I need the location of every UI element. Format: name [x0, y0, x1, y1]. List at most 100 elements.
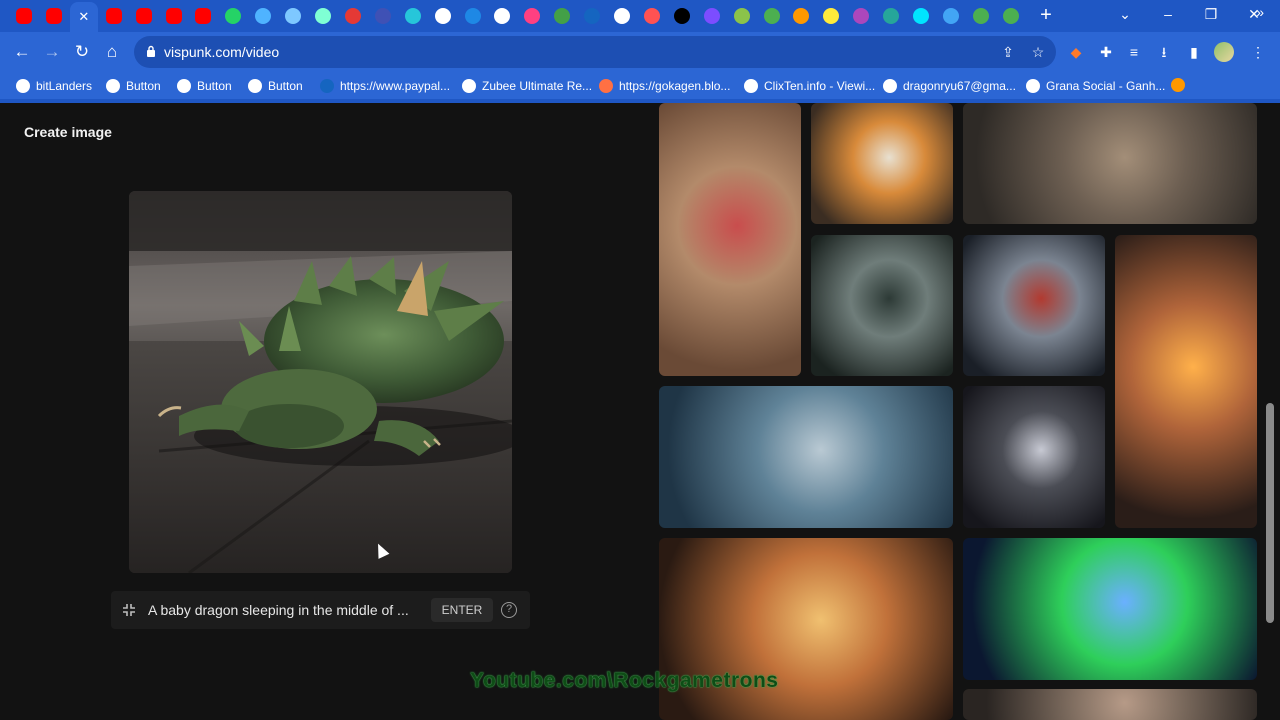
site-icon — [823, 8, 840, 24]
reload-button[interactable]: ↻ — [70, 40, 94, 64]
collapse-icon[interactable] — [121, 602, 137, 618]
translate-icon — [942, 8, 959, 24]
browser-tab[interactable] — [130, 4, 158, 28]
baby-dragon-illustration — [129, 191, 512, 573]
bookmark-favicon-icon — [248, 79, 262, 93]
goldfish-bowl-thumb[interactable] — [811, 103, 953, 224]
browser-tab[interactable] — [399, 4, 427, 28]
browser-tab[interactable] — [100, 4, 128, 28]
site-icon — [464, 8, 481, 24]
browser-tab[interactable] — [698, 4, 726, 28]
bookmarks-overflow-button[interactable]: » — [1256, 4, 1264, 20]
browser-tab[interactable] — [787, 4, 815, 28]
bookmark-item[interactable]: Button — [177, 77, 232, 95]
profile-avatar[interactable] — [1212, 40, 1236, 64]
browser-tab[interactable] — [40, 4, 68, 28]
bookmark-favicon-icon — [462, 79, 476, 93]
browser-tab[interactable] — [578, 4, 606, 28]
enter-button[interactable]: ENTER — [431, 598, 493, 622]
bookmark-label: Grana Social - Ganh... — [1046, 79, 1166, 93]
bookmark-item[interactable]: bitLanders — [16, 77, 92, 95]
browser-tab[interactable] — [429, 4, 457, 28]
bookmark-favicon-icon — [320, 79, 334, 93]
site-icon — [673, 8, 690, 24]
browser-tab[interactable] — [877, 4, 905, 28]
bookmark-item[interactable]: Zubee Ultimate Re... — [462, 77, 592, 95]
download-icon[interactable]: ⭳ — [1152, 40, 1176, 64]
bookmark-item[interactable]: dragonryu67@gma... — [883, 77, 1016, 95]
kimono-woman-street-thumb[interactable] — [659, 103, 801, 376]
browser-tab[interactable] — [997, 4, 1025, 28]
browser-tab[interactable] — [758, 4, 786, 28]
site-icon — [584, 8, 601, 24]
bookmark-label: Button — [268, 79, 303, 93]
create-image-panel: Create image A baby dragon sleeping in t… — [0, 103, 640, 720]
minimize-button[interactable]: – — [1153, 4, 1183, 26]
help-icon[interactable]: ? — [501, 602, 517, 618]
sea-monster-thumb[interactable] — [659, 386, 953, 528]
browser-tab[interactable] — [488, 4, 516, 28]
desert-road-thumb[interactable] — [963, 103, 1257, 224]
browser-tab[interactable] — [339, 4, 367, 28]
close-window-button[interactable]: ✕ — [1239, 4, 1269, 26]
aurora-thumb[interactable] — [963, 538, 1257, 680]
browser-tab[interactable]: ✕ — [69, 2, 98, 32]
bookmark-item[interactable]: Grana Social - Ganh... — [1026, 77, 1165, 95]
bookmark-star-icon[interactable]: ☆ — [1028, 42, 1048, 62]
forward-button[interactable]: → — [40, 40, 64, 64]
browser-tab[interactable] — [937, 4, 965, 28]
browser-tab[interactable] — [219, 4, 247, 28]
generated-image-baby-dragon[interactable] — [129, 191, 512, 573]
site-icon — [733, 8, 750, 24]
home-button[interactable]: ⌂ — [100, 40, 124, 64]
reading-list-icon[interactable]: ≡ — [1122, 40, 1146, 64]
browser-tab[interactable] — [160, 4, 188, 28]
browser-chrome: ✕ + ⌄ – ❐ ✕ ← → ↻ ⌂ vispunk.com/video ⇪ … — [0, 0, 1280, 103]
browser-tab[interactable] — [249, 4, 277, 28]
bookmark-item[interactable]: Button — [106, 77, 161, 95]
tab-search-button[interactable]: ⌄ — [1110, 4, 1140, 26]
new-tab-button[interactable]: + — [1036, 4, 1056, 28]
bookmark-item[interactable]: Button — [248, 77, 303, 95]
browser-tab[interactable] — [189, 4, 217, 28]
side-panel-icon[interactable]: ▮ — [1182, 40, 1206, 64]
browser-tab[interactable] — [728, 4, 756, 28]
bookmark-item[interactable]: https://gokagen.blo... — [599, 77, 730, 95]
browser-tab[interactable] — [638, 4, 666, 28]
browser-tab[interactable] — [10, 4, 38, 28]
browser-tab[interactable] — [369, 4, 397, 28]
bookmark-label: ClixTen.info - Viewi... — [764, 79, 876, 93]
maximize-button[interactable]: ❐ — [1196, 4, 1226, 26]
browser-tab[interactable] — [668, 4, 696, 28]
prompt-input[interactable]: A baby dragon sleeping in the middle of … — [148, 602, 409, 618]
rainy-window-thumb[interactable] — [811, 235, 953, 376]
bookmark-item[interactable]: ClixTen.info - Viewi... — [744, 77, 875, 95]
star-icon — [853, 8, 870, 24]
browser-tab[interactable] — [817, 4, 845, 28]
knight-cape-thumb[interactable] — [963, 235, 1105, 376]
browser-tab[interactable] — [907, 4, 935, 28]
browser-tab[interactable] — [548, 4, 576, 28]
fox-extension-icon[interactable]: ◆ — [1064, 40, 1088, 64]
bookmarks-bar: bitLanders Button Button Button https://www.… — [0, 72, 1280, 99]
browser-tab[interactable] — [967, 4, 995, 28]
browser-tab[interactable] — [279, 4, 307, 28]
creature-thumb[interactable] — [963, 689, 1257, 720]
share-icon[interactable]: ⇪ — [998, 42, 1018, 62]
bitcoin-icon[interactable] — [1171, 78, 1185, 92]
back-button[interactable]: ← — [10, 40, 34, 64]
bookmark-favicon-icon — [1026, 79, 1040, 93]
hooded-warrior-thumb[interactable] — [963, 386, 1105, 528]
address-bar[interactable]: vispunk.com/video ⇪ ☆ — [134, 36, 1056, 68]
browser-tab[interactable] — [459, 4, 487, 28]
browser-tab[interactable] — [309, 4, 337, 28]
extensions-puzzle-icon[interactable]: ✚ — [1094, 40, 1118, 64]
browser-tab[interactable] — [608, 4, 636, 28]
bookmark-item[interactable]: https://www.paypal... — [320, 77, 450, 95]
browser-tab[interactable] — [847, 4, 875, 28]
browser-tab[interactable] — [518, 4, 546, 28]
glowing-arch-thumb[interactable] — [1115, 235, 1257, 528]
menu-dots-icon[interactable]: ⋮ — [1246, 40, 1270, 64]
bookmark-label: Zubee Ultimate Re... — [482, 79, 593, 93]
page-scrollbar[interactable] — [1266, 403, 1274, 623]
